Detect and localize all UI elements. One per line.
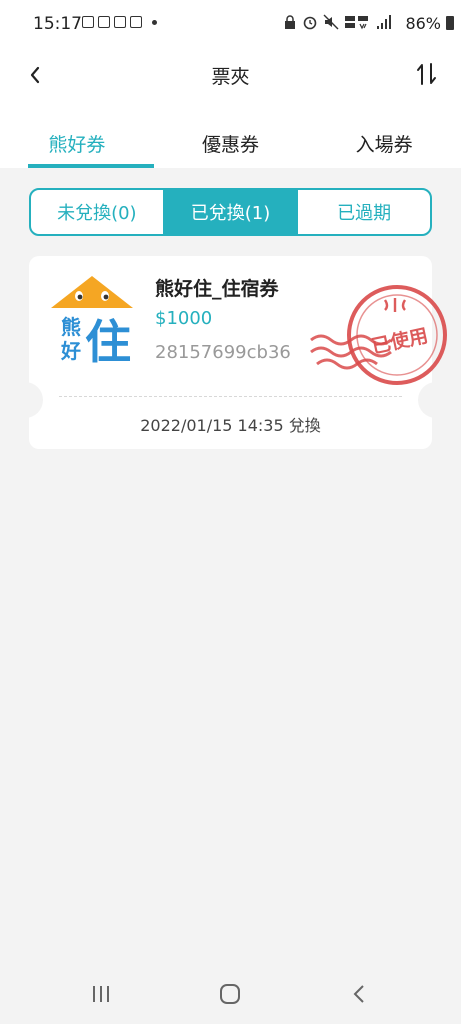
ticket-card[interactable]: 熊 好 住 熊好住_住宿券 $1000 28157699cb36 已使用 202…	[25, 256, 447, 449]
notification-app-icon	[114, 16, 126, 28]
tab-admission-ticket[interactable]: 入場券	[307, 122, 461, 168]
tab-bear-coupon[interactable]: 熊好券	[0, 122, 154, 168]
logo-char-3: 住	[85, 315, 131, 366]
shopping-bag-icon	[130, 16, 142, 28]
alarm-icon	[303, 16, 317, 30]
more-dot-icon	[152, 19, 157, 25]
bear-house-logo: 熊 好 住	[51, 276, 133, 366]
notification-app-icon	[98, 16, 110, 28]
logo-char-1: 熊	[61, 315, 81, 339]
ticket-divider	[59, 396, 402, 397]
ticket-price: $1000	[155, 308, 213, 329]
tab-discount-coupon[interactable]: 優惠券	[154, 122, 308, 168]
segment-expired[interactable]: 已過期	[298, 190, 430, 234]
segment-unredeemed[interactable]: 未兌換(0)	[31, 190, 163, 234]
image-icon	[82, 16, 94, 28]
volte-lte-icon	[345, 16, 368, 30]
system-nav-bar	[0, 962, 461, 1024]
status-segmented-control: 未兌換(0) 已兌換(1) 已過期	[29, 188, 432, 236]
signal-icon	[377, 15, 391, 29]
used-stamp: 已使用	[310, 285, 447, 385]
ticket-name: 熊好住_住宿券	[155, 278, 279, 300]
page-title: 票夾	[211, 66, 250, 88]
redeem-date: 2022/01/15 14:35 兌換	[140, 416, 321, 435]
nav-back-icon[interactable]	[345, 982, 375, 1006]
recent-apps-icon[interactable]	[86, 982, 116, 1006]
battery-icon	[446, 16, 454, 30]
system-icons	[283, 14, 391, 30]
lock-icon	[285, 15, 295, 29]
status-time: 15:17	[33, 14, 82, 34]
mute-icon	[323, 14, 339, 30]
home-icon[interactable]	[215, 982, 245, 1006]
header: 票夾 熊好券 優惠券 入場券	[0, 48, 461, 168]
battery-percent: 86%	[405, 14, 441, 33]
sort-icon[interactable]	[415, 60, 439, 88]
segment-redeemed[interactable]: 已兌換(1)	[162, 190, 299, 234]
logo-char-2: 好	[60, 339, 81, 363]
status-bar: 15:17 86%	[0, 0, 461, 48]
ticket-code: 28157699cb36	[155, 342, 291, 363]
category-tabs: 熊好券 優惠券 入場券	[0, 122, 461, 168]
notification-icons	[82, 16, 157, 28]
stamp-text: 已使用	[370, 325, 430, 358]
